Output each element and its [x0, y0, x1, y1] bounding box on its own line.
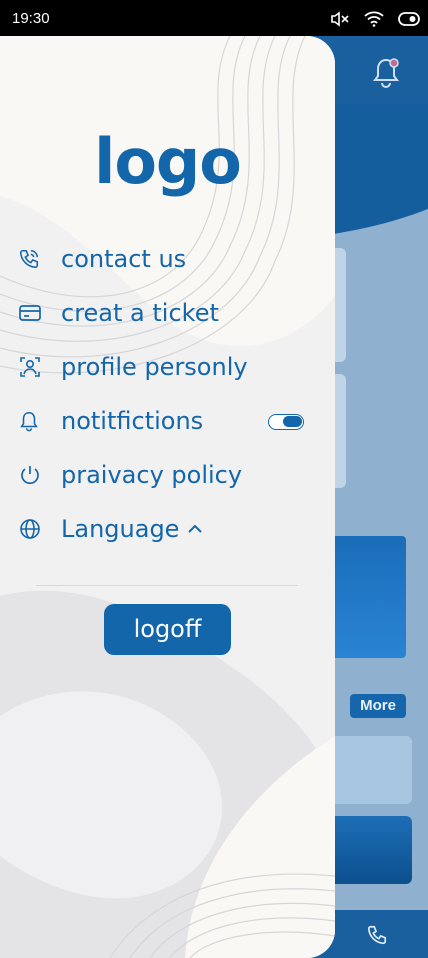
phone-icon[interactable]	[366, 924, 388, 950]
chevron-up-icon	[187, 523, 203, 535]
power-icon	[18, 460, 52, 490]
profile-icon	[18, 352, 52, 382]
toggle-status-icon	[398, 11, 420, 27]
menu-item-create-ticket[interactable]: creat a ticket	[18, 293, 318, 333]
menu-item-label: profile personly	[61, 353, 248, 381]
menu-item-label: contact us	[61, 245, 187, 273]
menu-item-language[interactable]: Language	[18, 509, 318, 549]
mute-icon	[330, 10, 350, 28]
side-drawer: logo contact us creat a ticket profile p…	[0, 36, 335, 958]
bell-icon	[18, 406, 52, 436]
menu-item-label: creat a ticket	[61, 299, 219, 327]
menu-item-label: Language	[61, 515, 180, 543]
divider	[36, 585, 298, 586]
menu-item-label: praivacy policy	[61, 461, 243, 489]
app-logo: logo	[94, 125, 242, 198]
notifications-toggle[interactable]	[268, 414, 304, 430]
status-bar: 19:30	[0, 0, 428, 36]
logoff-button[interactable]: logoff	[104, 604, 231, 655]
status-time: 19:30	[12, 10, 50, 27]
menu-item-contact-us[interactable]: contact us	[18, 239, 318, 279]
globe-icon	[18, 514, 52, 544]
menu-item-privacy-policy[interactable]: praivacy policy	[18, 455, 318, 495]
menu-item-label: notitfictions	[61, 407, 204, 435]
phone-icon	[18, 244, 52, 274]
more-button[interactable]: More	[350, 694, 406, 718]
notification-bell-icon[interactable]	[370, 56, 402, 94]
wifi-icon	[364, 11, 384, 27]
menu-item-profile[interactable]: profile personly	[18, 347, 318, 387]
toggle-knob	[283, 416, 302, 427]
ticket-card-icon	[18, 298, 52, 328]
